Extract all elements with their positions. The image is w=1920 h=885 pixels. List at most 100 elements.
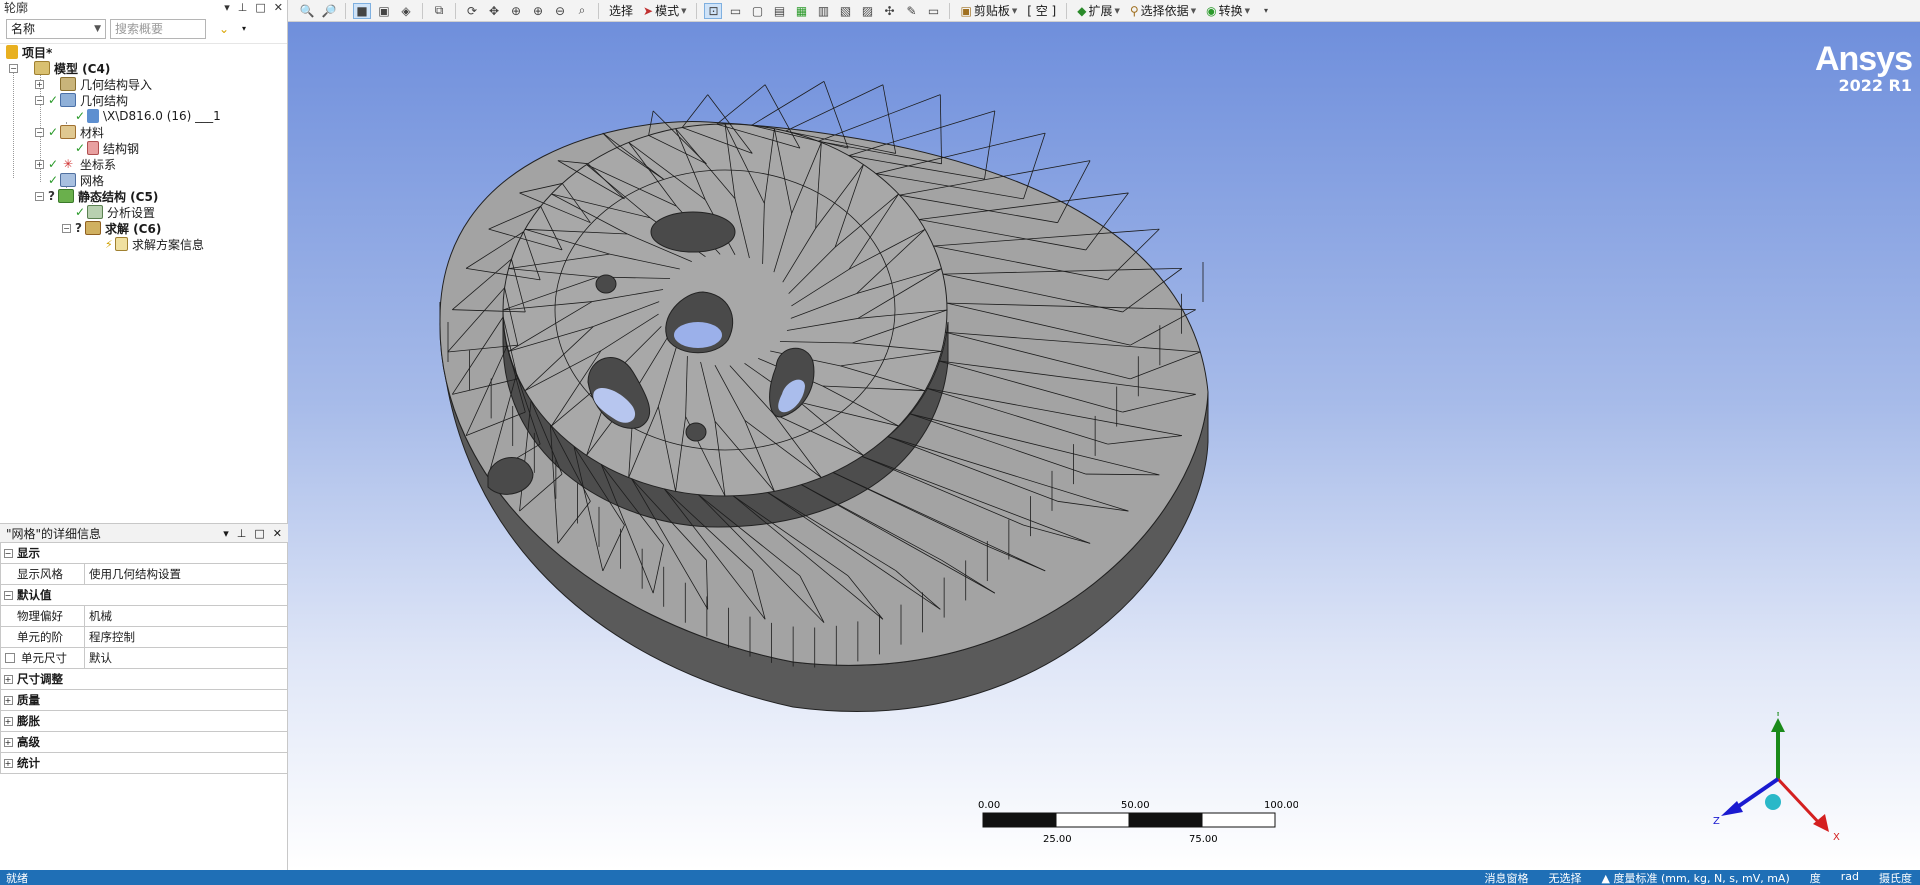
tree-item-coordinate-systems[interactable]: + ✓ ✳ 坐标系	[35, 156, 116, 172]
details-row-physics-preference[interactable]: 物理偏好 机械	[0, 606, 288, 627]
collapse-icon[interactable]: −	[62, 223, 71, 233]
select-node-icon[interactable]: ▦	[792, 3, 810, 19]
annotation-icon[interactable]: ✎	[902, 3, 920, 19]
pin-icon[interactable]: ⊥	[237, 527, 247, 540]
property-value[interactable]: 机械	[85, 606, 287, 626]
property-value[interactable]: 默认	[85, 648, 287, 668]
parameter-checkbox[interactable]	[5, 653, 15, 663]
details-group-quality[interactable]: + 质量	[0, 690, 288, 711]
expand-icon[interactable]: +	[3, 758, 13, 768]
triad-origin	[1765, 794, 1781, 810]
property-value[interactable]: 使用几何结构设置	[85, 564, 287, 584]
zoom-to-fit-icon[interactable]: ⌕	[573, 3, 591, 19]
tree-item-label: 几何结构导入	[80, 77, 153, 92]
select-mesh-icon[interactable]: ▨	[858, 3, 876, 19]
select-body-icon[interactable]: ▤	[770, 3, 788, 19]
graphics-viewport[interactable]: Ansys 2022 R1 0.00 50.00 100.00 (mm) 25.…	[288, 22, 1920, 870]
wireframe-view-icon[interactable]: ▣	[375, 3, 393, 19]
tree-item-project[interactable]: 项目*	[6, 44, 52, 60]
zoom-in-icon[interactable]: ⊕	[529, 3, 547, 19]
maximize-icon[interactable]: □	[254, 527, 264, 540]
shaded-view-icon[interactable]: ◈	[397, 3, 415, 19]
messages-pane-button[interactable]: 消息窗格	[1485, 870, 1529, 885]
comment-icon[interactable]: ▭	[924, 3, 942, 19]
coordinate-triad[interactable]: Y X Z	[1713, 712, 1863, 842]
details-group-inflation[interactable]: + 膨胀	[0, 711, 288, 732]
select-button[interactable]: 选择	[606, 2, 636, 19]
select-vertex-icon[interactable]: ⊡	[704, 2, 723, 19]
tree-item-materials[interactable]: − ✓ 材料	[35, 124, 104, 140]
group-label: 尺寸调整	[17, 672, 63, 686]
clipboard-button[interactable]: ▣ 剪贴板 ▼	[957, 2, 1020, 19]
expand-icon[interactable]: +	[3, 716, 13, 726]
name-select[interactable]: 名称 ▼	[6, 18, 106, 39]
tree-item-solution-information[interactable]: ⚡ 求解方案信息	[105, 236, 204, 252]
outline-search-input[interactable]: 搜索概要	[110, 18, 206, 39]
tree-item-geometry-import[interactable]: + 几何结构导入	[35, 76, 152, 92]
zoom-fit-icon[interactable]: 🔍	[298, 3, 316, 19]
collapse-icon[interactable]: −	[35, 127, 44, 137]
select-by-button[interactable]: ⚲ 选择依据 ▼	[1127, 2, 1199, 19]
tree-item-structural-steel[interactable]: ✓ 结构钢	[75, 140, 139, 156]
explode-icon[interactable]: ✣	[880, 3, 898, 19]
status-bar: 就绪 消息窗格 无选择 ▲ 度量标准 (mm, kg, N, s, mV, mA…	[0, 870, 1920, 885]
expand-icon[interactable]: +	[3, 674, 13, 684]
select-face-icon[interactable]: ▢	[748, 3, 766, 19]
expand-icon[interactable]: +	[35, 159, 44, 169]
dropdown-icon[interactable]: ▾	[242, 24, 246, 33]
collapse-icon[interactable]: −	[9, 63, 18, 73]
details-group-display[interactable]: − 显示	[0, 543, 288, 564]
details-row-element-order[interactable]: 单元的阶 程序控制	[0, 627, 288, 648]
zoom-box-icon[interactable]: 🔎	[320, 3, 338, 19]
collapse-icon[interactable]: −	[35, 95, 44, 105]
units-button[interactable]: ▲ 度量标准 (mm, kg, N, s, mV, mA)	[1602, 870, 1790, 885]
details-row-display-style[interactable]: 显示风格 使用几何结构设置	[0, 564, 288, 585]
mesh-model[interactable]	[288, 22, 1920, 870]
rotate-icon[interactable]: ⟳	[463, 3, 481, 19]
details-group-advanced[interactable]: + 高级	[0, 732, 288, 753]
tree-item-geometry[interactable]: − ✓ 几何结构	[35, 92, 128, 108]
details-group-statistics[interactable]: + 统计	[0, 753, 288, 774]
tree-item-solution[interactable]: − ? 求解 (C6)	[62, 220, 161, 236]
pin-icon[interactable]: ⊥	[238, 1, 248, 14]
tree-item-body[interactable]: ✓ \X\D816.0 (16) ___1	[75, 108, 221, 124]
maximize-icon[interactable]: □	[255, 1, 265, 14]
select-element-face-icon[interactable]: ▥	[814, 3, 832, 19]
property-value[interactable]: 程序控制	[85, 627, 287, 647]
dropdown-icon[interactable]: ▾	[224, 1, 230, 14]
angle-unit-button[interactable]: 度	[1810, 870, 1821, 885]
select-edge-icon[interactable]: ▭	[726, 3, 744, 19]
details-group-defaults[interactable]: − 默认值	[0, 585, 288, 606]
filter-button[interactable]: ⌄	[210, 19, 238, 39]
scale-segment-3	[1128, 812, 1203, 828]
collapse-icon[interactable]: −	[3, 548, 13, 558]
extend-button[interactable]: ◆ 扩展 ▼	[1074, 2, 1123, 19]
convert-button[interactable]: ◉ 转换 ▼	[1203, 2, 1253, 19]
solid-view-icon[interactable]: ■	[353, 2, 371, 19]
tree-item-model[interactable]: − 模型 (C4)	[9, 60, 110, 76]
expand-icon[interactable]: +	[3, 695, 13, 705]
tree-item-static-structural[interactable]: − ? 静态结构 (C5)	[35, 188, 158, 204]
details-group-sizing[interactable]: + 尺寸调整	[0, 669, 288, 690]
collapse-icon[interactable]: −	[3, 590, 13, 600]
collapse-icon[interactable]: −	[35, 191, 44, 201]
toolbar-overflow-icon[interactable]: ▾	[1257, 3, 1275, 19]
tree-item-mesh[interactable]: ✓ 网格	[48, 172, 104, 188]
tree-item-analysis-settings[interactable]: ✓ 分析设置	[75, 204, 155, 220]
pan-icon[interactable]: ✥	[485, 3, 503, 19]
rotation-unit-button[interactable]: rad	[1841, 870, 1859, 885]
details-row-element-size[interactable]: 单元尺寸 默认	[0, 648, 288, 669]
close-icon[interactable]: ✕	[273, 527, 282, 540]
zoom-out-icon[interactable]: ⊖	[551, 3, 569, 19]
scale-segment-2	[1055, 812, 1130, 828]
mode-button[interactable]: ➤ 模式 ▼	[640, 2, 689, 19]
select-geometry-icon[interactable]: ⧉	[430, 3, 448, 19]
zoom-icon[interactable]: ⊕	[507, 3, 525, 19]
select-element-icon[interactable]: ▧	[836, 3, 854, 19]
expand-icon[interactable]: +	[35, 79, 44, 89]
dropdown-icon[interactable]: ▾	[223, 527, 229, 540]
close-icon[interactable]: ✕	[274, 1, 283, 14]
chevron-down-icon: ▼	[94, 23, 101, 34]
temperature-unit-button[interactable]: 摄氏度	[1879, 870, 1912, 885]
expand-icon[interactable]: +	[3, 737, 13, 747]
